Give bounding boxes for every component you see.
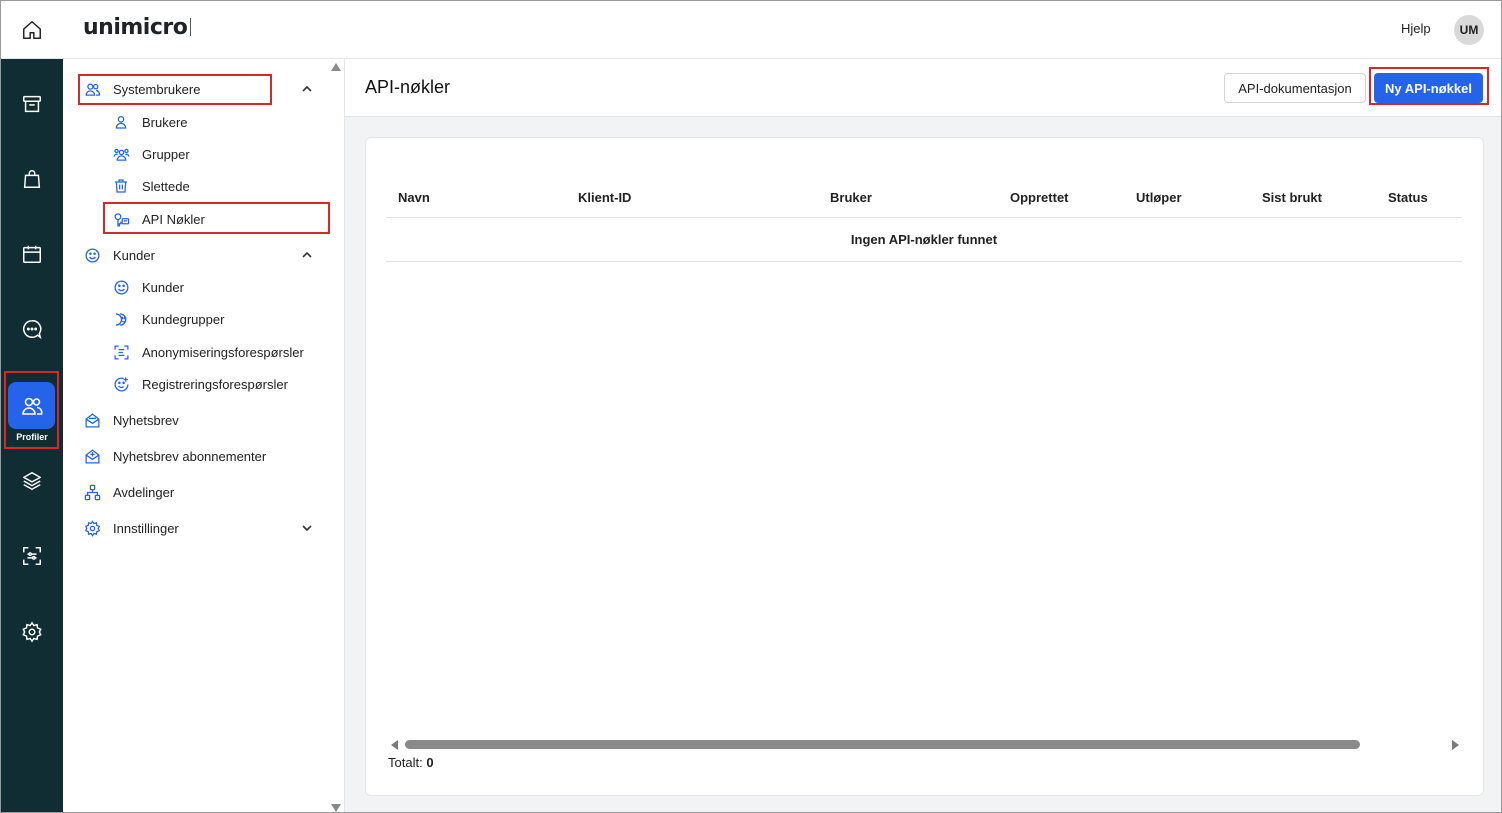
rail-item-archive[interactable] <box>1 79 63 129</box>
top-header: unimicro Hjelp UM <box>1 1 1501 59</box>
column-header-sist-brukt[interactable]: Sist brukt <box>1262 190 1322 205</box>
shopping-bag-icon <box>23 170 41 188</box>
scroll-right-icon[interactable] <box>1452 740 1459 750</box>
column-header-klient-id[interactable]: Klient-ID <box>578 190 631 205</box>
nav-item-label: Slettede <box>142 178 190 194</box>
nav-item-label: Anonymiseringsforespørsler <box>142 344 304 360</box>
calendar-icon <box>23 245 41 263</box>
help-link[interactable]: Hjelp <box>1401 21 1431 36</box>
page-header: API-nøkler API-dokumentasjon Ny API-nøkk… <box>345 59 1501 117</box>
nav-item-label: Brukere <box>142 114 188 130</box>
column-header-opprettet[interactable]: Opprettet <box>1010 190 1069 205</box>
app-rail: Profiler <box>1 59 63 812</box>
logo: unimicro <box>83 15 192 40</box>
api-docs-button[interactable]: API-dokumentasjon <box>1224 73 1366 103</box>
side-navigation: Systembrukere Brukere Grupper Slettede A… <box>63 59 345 812</box>
user-icon <box>112 113 130 131</box>
chevron-down-icon[interactable] <box>300 521 314 535</box>
customer-group-icon <box>112 310 130 328</box>
api-keys-table-card: Navn Klient-ID Bruker Opprettet Utløper … <box>365 137 1484 796</box>
org-chart-icon <box>83 483 101 501</box>
nav-item-kundegrupper[interactable]: Kundegrupper <box>112 310 224 328</box>
highlight-box <box>1369 67 1489 105</box>
nav-group-label: Kunder <box>113 247 155 263</box>
highlight-box <box>103 202 330 234</box>
nav-item-slettede[interactable]: Slettede <box>112 177 190 195</box>
column-header-utloper[interactable]: Utløper <box>1136 190 1182 205</box>
divider <box>386 217 1462 218</box>
nav-item-label: Kundegrupper <box>142 311 225 327</box>
main-content: API-nøkler API-dokumentasjon Ny API-nøkk… <box>345 59 1501 812</box>
column-header-bruker[interactable]: Bruker <box>830 190 872 205</box>
nav-item-nyhetsbrev[interactable]: Nyhetsbrev <box>83 411 179 429</box>
rail-item-chat[interactable] <box>1 304 63 354</box>
page-title: API-nøkler <box>365 77 451 97</box>
archive-icon <box>23 95 41 113</box>
rail-item-calendar[interactable] <box>1 229 63 279</box>
scroll-down-icon[interactable] <box>331 804 341 812</box>
newsletter-icon <box>83 411 101 429</box>
rail-item-shop[interactable] <box>1 154 63 204</box>
horizontal-scrollbar[interactable] <box>405 740 1360 749</box>
nav-item-label: Grupper <box>142 146 190 162</box>
nav-group-kunder[interactable]: Kunder <box>83 246 155 264</box>
nav-item-label: Avdelinger <box>113 484 175 500</box>
subscription-icon <box>83 447 101 465</box>
nav-item-brukere[interactable]: Brukere <box>112 113 188 131</box>
avatar[interactable]: UM <box>1454 15 1484 45</box>
gear-icon <box>83 519 101 537</box>
nav-item-anonymisering[interactable]: Anonymiseringsforespørsler <box>112 343 304 361</box>
chat-icon <box>23 320 42 340</box>
app-window: unimicro Hjelp UM Profiler Systembrukere… <box>0 0 1502 813</box>
nav-item-nyhetsbrev-abonnementer[interactable]: Nyhetsbrev abonnementer <box>83 447 266 465</box>
nav-item-label: Registreringsforespørsler <box>142 376 288 392</box>
nav-group-label: Innstillinger <box>113 520 179 536</box>
registration-icon <box>112 375 130 393</box>
nav-item-label: Kunder <box>142 279 184 295</box>
nav-item-grupper[interactable]: Grupper <box>112 145 190 163</box>
total-count: Totalt: 0 <box>388 755 434 770</box>
nav-item-avdelinger[interactable]: Avdelinger <box>83 483 174 501</box>
chevron-up-icon[interactable] <box>300 248 314 262</box>
nav-group-innstillinger[interactable]: Innstillinger <box>83 519 179 537</box>
nav-item-registrering[interactable]: Registreringsforespørsler <box>112 375 288 393</box>
nav-item-kunder[interactable]: Kunder <box>112 278 184 296</box>
highlight-box <box>78 74 272 105</box>
rail-item-scan[interactable] <box>1 531 63 581</box>
column-header-navn[interactable]: Navn <box>398 190 430 205</box>
gear-icon <box>22 621 42 643</box>
smiley-icon <box>83 246 101 264</box>
divider <box>386 261 1462 262</box>
trash-icon <box>112 177 130 195</box>
highlight-box <box>4 371 59 449</box>
smiley-icon <box>112 278 130 296</box>
total-value: 0 <box>426 755 434 770</box>
nav-item-label: Nyhetsbrev abonnementer <box>113 448 267 464</box>
anonymize-icon <box>112 343 130 361</box>
scroll-up-icon[interactable] <box>331 63 341 71</box>
rail-item-settings[interactable] <box>1 607 63 657</box>
total-label: Totalt: <box>388 755 423 770</box>
home-button[interactable] <box>1 1 63 59</box>
nav-item-label: Nyhetsbrev <box>113 412 179 428</box>
group-icon <box>112 145 130 163</box>
column-header-status[interactable]: Status <box>1388 190 1428 205</box>
scan-settings-icon <box>23 547 41 565</box>
chevron-up-icon[interactable] <box>300 82 314 96</box>
home-icon <box>23 21 41 39</box>
rail-item-layers[interactable] <box>1 456 63 506</box>
empty-state-message: Ingen API-nøkler funnet <box>850 232 998 247</box>
layers-icon <box>23 472 41 490</box>
scroll-left-icon[interactable] <box>391 740 398 750</box>
